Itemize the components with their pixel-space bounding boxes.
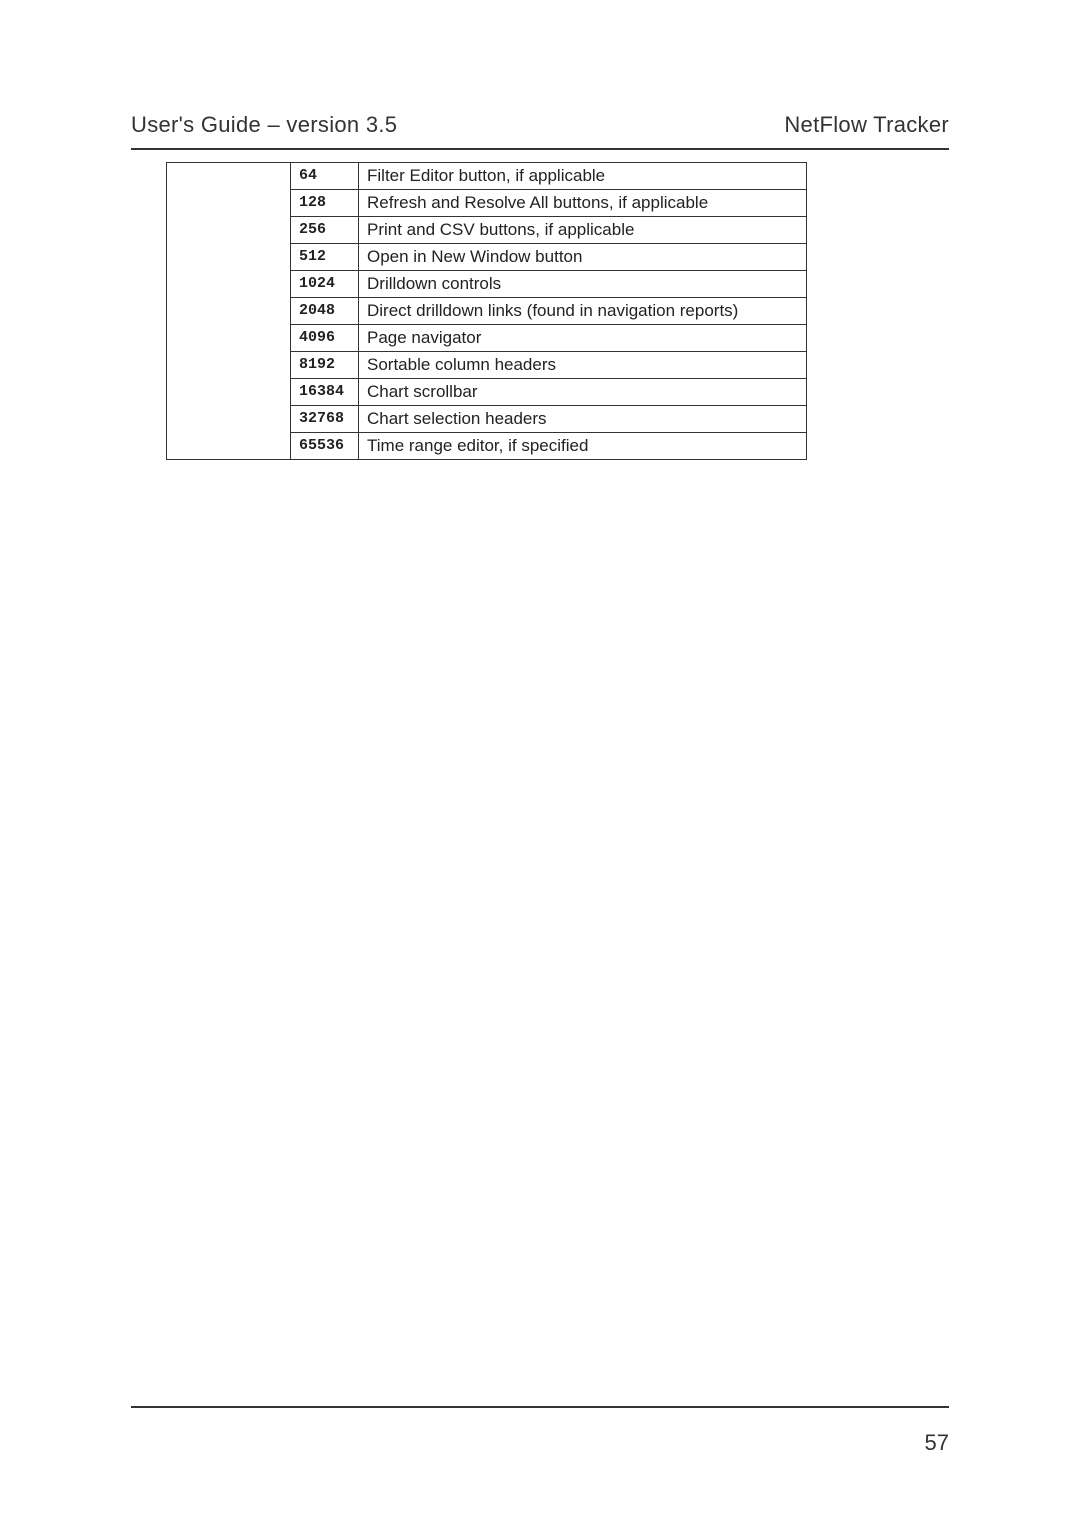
- table-cell-desc: Time range editor, if specified: [359, 433, 807, 460]
- table-cell-code: 256: [291, 217, 359, 244]
- page-header: User's Guide – version 3.5 NetFlow Track…: [131, 112, 949, 150]
- table-cell-code: 64: [291, 163, 359, 190]
- page: User's Guide – version 3.5 NetFlow Track…: [0, 0, 1080, 1528]
- header-right: NetFlow Tracker: [784, 112, 949, 138]
- table-cell-code: 65536: [291, 433, 359, 460]
- table-cell-desc: Page navigator: [359, 325, 807, 352]
- table-cell-desc: Filter Editor button, if applicable: [359, 163, 807, 190]
- table-cell-desc: Sortable column headers: [359, 352, 807, 379]
- flags-table-element: 64Filter Editor button, if applicable128…: [166, 162, 807, 460]
- table-cell-code: 16384: [291, 379, 359, 406]
- table-cell-desc: Drilldown controls: [359, 271, 807, 298]
- table-cell-code: 4096: [291, 325, 359, 352]
- table-row: 64Filter Editor button, if applicable: [167, 163, 807, 190]
- page-number: 57: [925, 1430, 949, 1456]
- table-cell-desc: Chart selection headers: [359, 406, 807, 433]
- footer-rule: [131, 1406, 949, 1408]
- table-spacer-cell: [167, 163, 291, 460]
- table-cell-desc: Refresh and Resolve All buttons, if appl…: [359, 190, 807, 217]
- table-cell-code: 32768: [291, 406, 359, 433]
- table-cell-desc: Direct drilldown links (found in navigat…: [359, 298, 807, 325]
- table-cell-code: 8192: [291, 352, 359, 379]
- header-rule: [131, 148, 949, 150]
- header-left: User's Guide – version 3.5: [131, 112, 397, 138]
- table-cell-code: 1024: [291, 271, 359, 298]
- header-row: User's Guide – version 3.5 NetFlow Track…: [131, 112, 949, 144]
- table-cell-desc: Print and CSV buttons, if applicable: [359, 217, 807, 244]
- table-cell-code: 2048: [291, 298, 359, 325]
- table-cell-desc: Chart scrollbar: [359, 379, 807, 406]
- table-cell-desc: Open in New Window button: [359, 244, 807, 271]
- table-cell-code: 128: [291, 190, 359, 217]
- flags-table: 64Filter Editor button, if applicable128…: [166, 162, 807, 460]
- table-cell-code: 512: [291, 244, 359, 271]
